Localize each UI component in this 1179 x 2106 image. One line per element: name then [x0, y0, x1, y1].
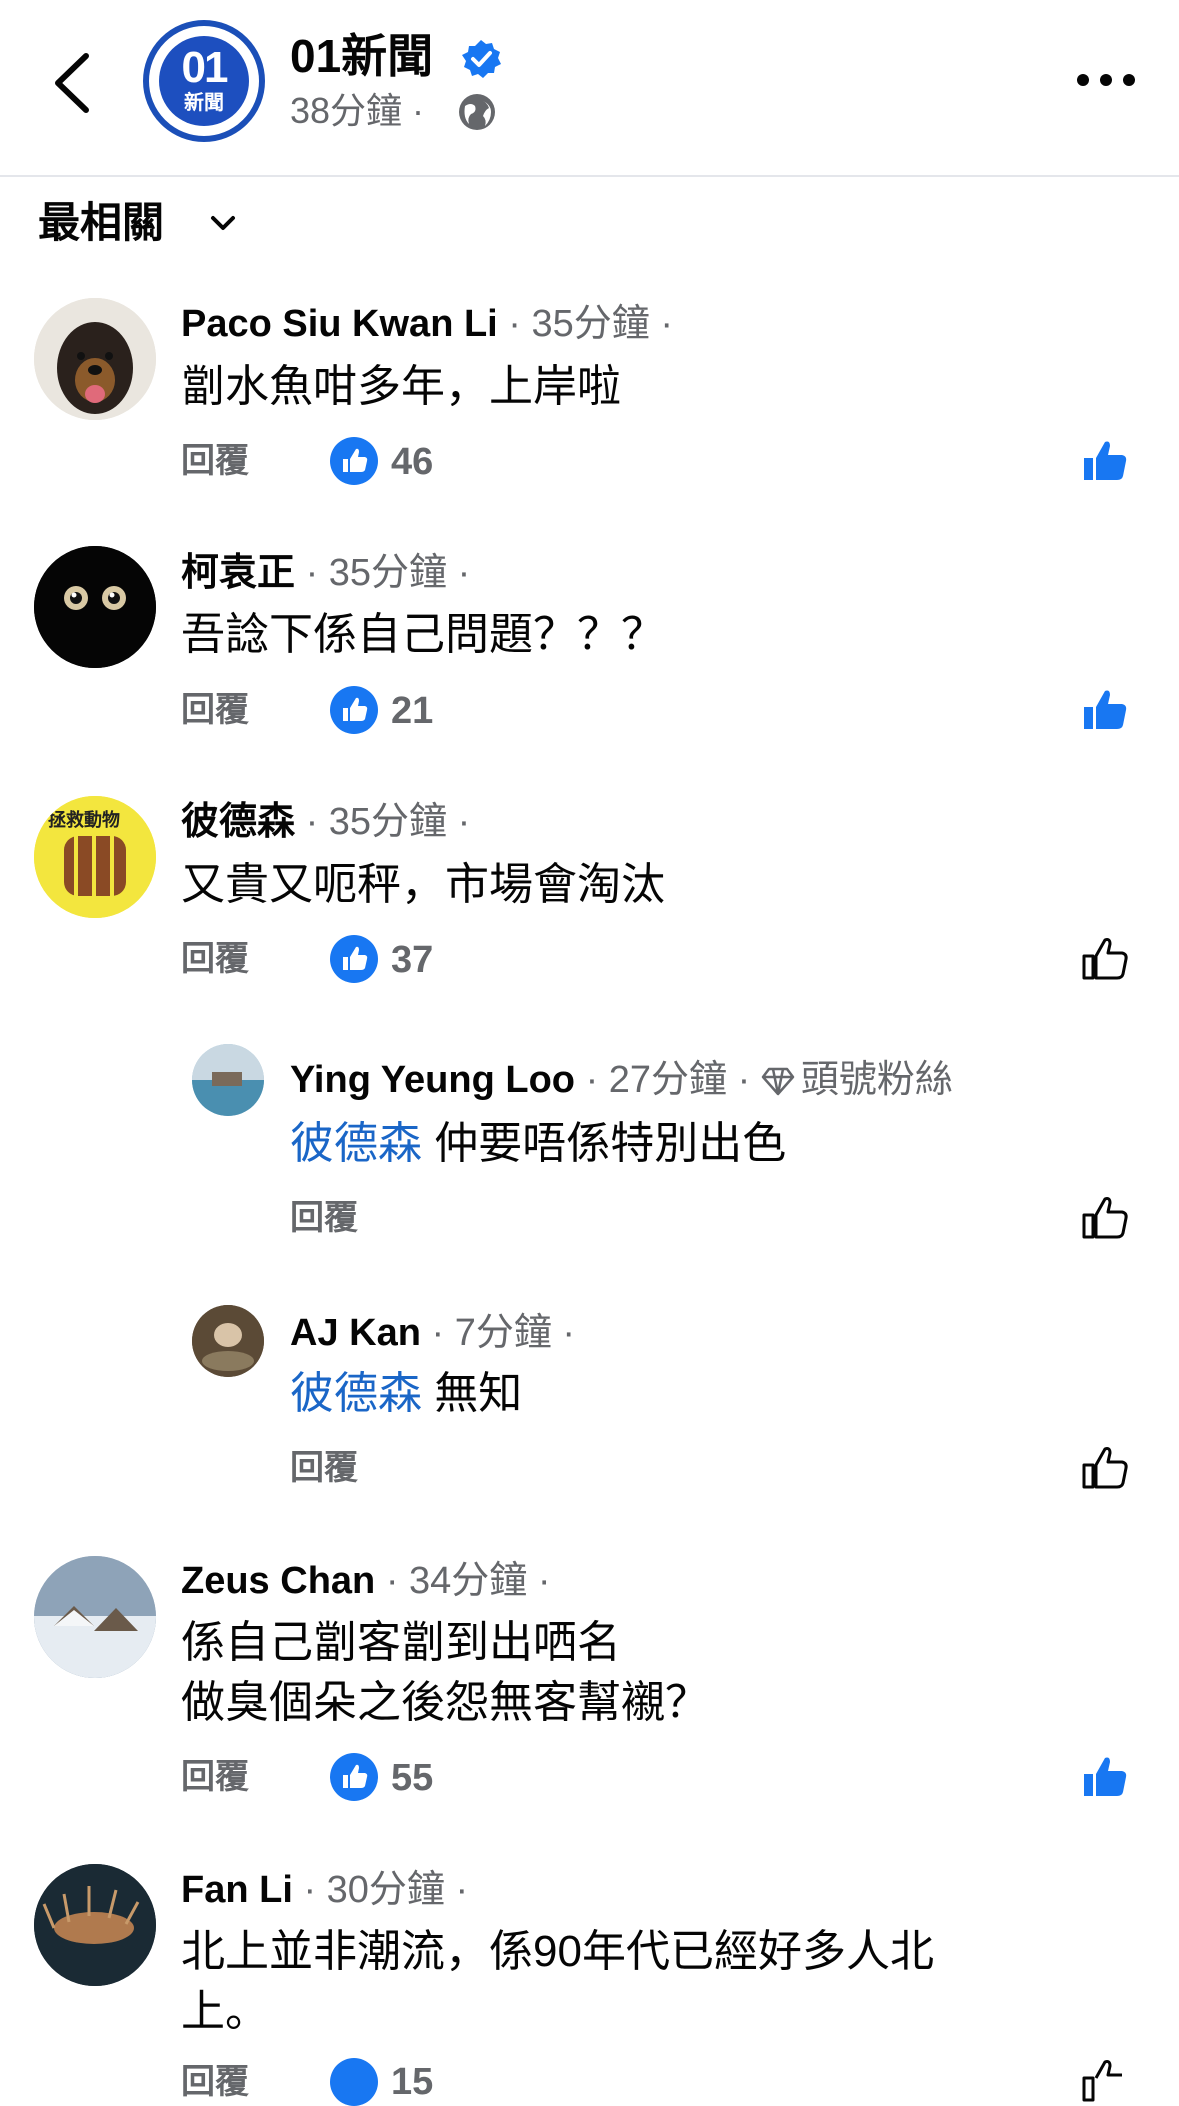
comment-time: · 35分鐘 · — [508, 303, 673, 345]
reply-button[interactable]: 回覆 — [181, 439, 249, 483]
reply-button[interactable]: 回覆 — [181, 688, 249, 732]
comment-time: · 27分鐘 · — [585, 1059, 751, 1101]
back-chevron-icon[interactable] — [48, 48, 96, 118]
comment-text-line: 上。 — [181, 1987, 269, 2036]
top-fan-badge: 頭號粉絲 — [761, 1059, 953, 1101]
reaction-count[interactable]: 37 — [391, 936, 433, 984]
comment-text: 彼德森 仲要唔係特別出色 — [290, 1114, 786, 1174]
comment-text: 彼德森 無知 — [290, 1364, 522, 1424]
like-button-outline-icon[interactable] — [1080, 2056, 1130, 2106]
commenter-name[interactable]: Ying Yeung Loo — [290, 1059, 575, 1101]
reply-button[interactable]: 回覆 — [181, 937, 249, 981]
like-reaction-icon — [330, 2058, 378, 2106]
comment-text-line: 做臭個朵之後怨無客幫襯？ — [181, 1678, 709, 1727]
logo-text: 新聞 — [184, 92, 224, 114]
like-reaction-icon — [330, 437, 378, 485]
avatar[interactable]: 拯救動物 — [34, 796, 156, 918]
commenter-name[interactable]: 柯袁正 — [181, 552, 295, 594]
like-button-icon[interactable] — [1080, 1752, 1130, 1802]
comment-text: 吾諗下係自己問題？？？ — [181, 610, 665, 659]
mention-link[interactable]: 彼德森 — [290, 1369, 422, 1418]
commenter-name[interactable]: Fan Li — [181, 1869, 293, 1911]
badge-label: 頭號粉絲 — [800, 1059, 953, 1101]
avatar[interactable] — [34, 546, 156, 668]
reply-button[interactable]: 回覆 — [290, 1196, 358, 1240]
avatar[interactable] — [34, 1556, 156, 1678]
like-button-outline-icon[interactable] — [1080, 1193, 1130, 1243]
reaction-count[interactable]: 15 — [391, 2058, 433, 2106]
diamond-icon — [761, 1067, 795, 1096]
sort-dropdown-label[interactable]: 最相關 — [38, 196, 164, 250]
reply-button[interactable]: 回覆 — [290, 1446, 358, 1490]
reaction-count[interactable]: 46 — [391, 438, 433, 486]
comment-time: · 7分鐘 · — [431, 1312, 576, 1354]
globe-icon — [459, 94, 495, 130]
commenter-name[interactable]: AJ Kan — [290, 1312, 421, 1354]
post-time: 38分鐘 · — [290, 90, 425, 131]
commenter-name[interactable]: 彼德森 — [181, 801, 295, 843]
like-button-icon[interactable] — [1080, 436, 1130, 486]
chevron-down-icon[interactable] — [208, 208, 238, 238]
logo-number: 01 — [181, 43, 229, 92]
like-button-outline-icon[interactable] — [1080, 934, 1130, 984]
comment-time: · 35分鐘 · — [305, 801, 471, 843]
verified-badge-icon — [462, 40, 501, 78]
comment-text-line: 北上並非潮流，係90年代已經好多人北 — [181, 1927, 934, 1976]
commenter-name[interactable]: Paco Siu Kwan Li — [181, 303, 498, 345]
avatar[interactable] — [192, 1305, 264, 1377]
avatar[interactable] — [34, 1864, 156, 1986]
like-reaction-icon — [330, 686, 378, 734]
comment-text-line: 係自己劏客劏到出哂名 — [181, 1618, 621, 1667]
like-reaction-icon — [330, 935, 378, 983]
like-button-icon[interactable] — [1080, 685, 1130, 735]
like-button-outline-icon[interactable] — [1080, 1443, 1130, 1493]
reaction-count[interactable]: 21 — [391, 687, 433, 735]
page-name[interactable]: 01新聞 — [290, 28, 433, 84]
post-header: 01 新聞 01新聞 38分鐘 · — [0, 0, 1179, 177]
commenter-name[interactable]: Zeus Chan — [181, 1560, 375, 1602]
comment-time: · 35分鐘 · — [305, 552, 471, 594]
reply-text: 無知 — [422, 1369, 523, 1418]
comment-text: 又貴又呃秤，市場會淘汰 — [181, 860, 665, 909]
reply-text: 仲要唔係特別出色 — [422, 1119, 787, 1168]
mention-link[interactable]: 彼德森 — [290, 1119, 422, 1168]
reply-button[interactable]: 回覆 — [181, 2060, 249, 2104]
comment-time: · 30分鐘 · — [303, 1869, 469, 1911]
reply-button[interactable]: 回覆 — [181, 1755, 249, 1799]
more-options-icon[interactable] — [1075, 66, 1137, 94]
svg-text:拯救動物: 拯救動物 — [48, 809, 120, 831]
like-reaction-icon — [330, 1753, 378, 1801]
reaction-count[interactable]: 55 — [391, 1754, 433, 1802]
avatar[interactable] — [34, 298, 156, 420]
avatar[interactable] — [192, 1044, 264, 1116]
comment-text: 劏水魚咁多年，上岸啦 — [181, 362, 621, 411]
page-avatar-logo[interactable]: 01 新聞 — [143, 20, 265, 142]
comment-time: · 34分鐘 · — [385, 1560, 551, 1602]
